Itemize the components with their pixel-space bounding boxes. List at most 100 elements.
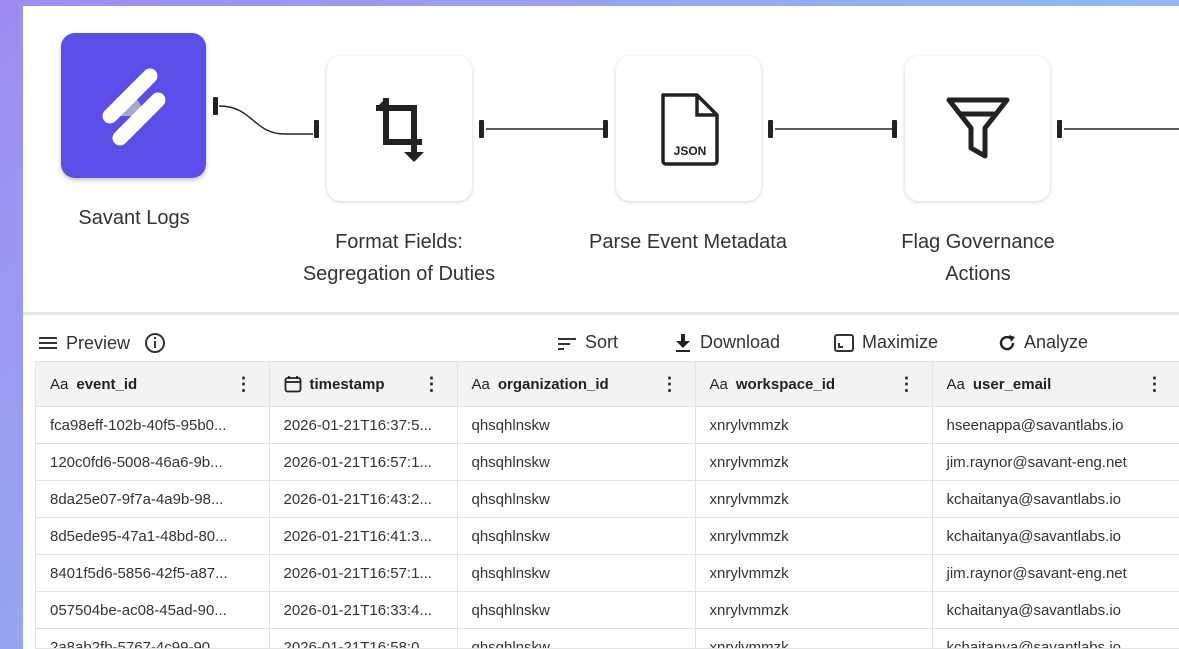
table-row[interactable]: 8d5ede95-47a1-48bd-80... 2026-01-21T16:41…: [36, 517, 1179, 555]
table-cell[interactable]: 2026-01-21T16:37:5...: [269, 406, 458, 444]
table-row[interactable]: 8401f5d6-5856-42f5-a87... 2026-01-21T16:5…: [36, 554, 1179, 592]
sort-label: Sort: [585, 332, 619, 352]
savant-logo-icon: [102, 68, 165, 145]
table-cell[interactable]: 2026-01-21T16:58:0...: [269, 628, 458, 648]
table-cell[interactable]: jim.raynor@savant-eng.net: [932, 443, 1179, 481]
node-label-line: Format Fields:: [335, 231, 463, 253]
node-label-line: Flag Governance: [901, 231, 1055, 253]
node-label: Flag Governance Actions: [868, 226, 1088, 290]
column-header-organization-id[interactable]: Aa organization_id ⋮: [457, 362, 696, 407]
table-header-row: Aa event_id ⋮ timestamp ⋮ Aa organizatio…: [36, 362, 1179, 407]
column-menu-icon[interactable]: ⋮: [898, 374, 916, 395]
table-cell[interactable]: qhsqhlnskw: [457, 517, 696, 555]
table-cell[interactable]: fca98eff-102b-40f5-95b0...: [36, 406, 270, 444]
table-cell[interactable]: kchaitanya@savantlabs.io: [932, 517, 1179, 555]
table-cell[interactable]: 8401f5d6-5856-42f5-a87...: [36, 554, 270, 592]
table-cell[interactable]: 057504be-ac08-45ad-90...: [36, 591, 270, 629]
table-cell[interactable]: 2026-01-21T16:33:4...: [269, 591, 458, 629]
table-cell[interactable]: 2026-01-21T16:43:2...: [269, 480, 458, 518]
sort-button[interactable]: Sort: [557, 332, 618, 353]
table-row[interactable]: 2a8ab2fb-5767-4c99-90... 2026-01-21T16:58…: [36, 628, 1179, 648]
node-input-port[interactable]: [892, 120, 897, 138]
table-cell[interactable]: qhsqhlnskw: [457, 554, 696, 592]
table-cell[interactable]: xnrylvmmzk: [695, 443, 933, 481]
crop-icon: [375, 97, 424, 162]
column-name: event_id: [76, 375, 138, 393]
table-row[interactable]: fca98eff-102b-40f5-95b0... 2026-01-21T16:…: [36, 406, 1179, 444]
analyze-label: Analyze: [1024, 332, 1089, 352]
table-cell[interactable]: hseenappa@savantlabs.io: [932, 406, 1179, 444]
node-output-port[interactable]: [768, 120, 773, 138]
column-name: timestamp: [309, 375, 385, 393]
table-cell[interactable]: 2026-01-21T16:41:3...: [269, 517, 458, 555]
node-parse-event-metadata[interactable]: JSON: [616, 56, 761, 201]
preview-tab[interactable]: Preview: [38, 332, 166, 354]
table-cell[interactable]: kchaitanya@savantlabs.io: [932, 628, 1179, 648]
column-menu-icon[interactable]: ⋮: [1146, 374, 1164, 395]
column-menu-icon[interactable]: ⋮: [423, 374, 441, 395]
table-cell[interactable]: qhsqhlnskw: [457, 406, 696, 444]
column-header-user-email[interactable]: Aa user_email ⋮: [932, 362, 1179, 407]
table-cell[interactable]: 2026-01-21T16:57:1...: [269, 443, 458, 481]
table-cell[interactable]: qhsqhlnskw: [457, 480, 696, 518]
calendar-icon: [284, 376, 301, 393]
node-output-port[interactable]: [213, 97, 218, 115]
table-cell[interactable]: xnrylvmmzk: [695, 480, 933, 518]
node-label: Parse Event Metadata: [589, 231, 787, 253]
table-cell[interactable]: kchaitanya@savantlabs.io: [932, 480, 1179, 518]
preview-table: Aa event_id ⋮ timestamp ⋮ Aa organizatio…: [35, 361, 1179, 649]
node-input-port[interactable]: [314, 120, 319, 138]
info-icon[interactable]: [144, 332, 166, 354]
column-menu-icon[interactable]: ⋮: [235, 374, 253, 395]
column-header-event-id[interactable]: Aa event_id ⋮: [36, 362, 270, 407]
table-cell[interactable]: qhsqhlnskw: [457, 443, 696, 481]
table-cell[interactable]: xnrylvmmzk: [695, 406, 933, 444]
text-type-icon: Aa: [471, 375, 490, 393]
node-format-fields[interactable]: [327, 56, 472, 201]
table-cell[interactable]: 8da25e07-9f7a-4a9b-98...: [36, 480, 270, 518]
text-type-icon: Aa: [50, 375, 69, 393]
node-output-port[interactable]: [1057, 120, 1062, 138]
analyze-button[interactable]: Analyze: [998, 332, 1088, 353]
table-cell[interactable]: xnrylvmmzk: [695, 591, 933, 629]
sort-icon: [558, 337, 576, 350]
table-cell[interactable]: 8d5ede95-47a1-48bd-80...: [36, 517, 270, 555]
node-output-port[interactable]: [479, 120, 484, 138]
panel-divider[interactable]: [23, 312, 1179, 315]
table-cell[interactable]: 120c0fd6-5008-46a6-9b...: [36, 443, 270, 481]
node-label: Format Fields: Segregation of Duties: [279, 226, 519, 290]
preview-label: Preview: [66, 332, 131, 353]
table-cell[interactable]: jim.raynor@savant-eng.net: [932, 554, 1179, 592]
json-file-icon: JSON: [660, 92, 719, 166]
column-menu-icon[interactable]: ⋮: [661, 374, 679, 395]
download-button[interactable]: Download: [674, 332, 780, 353]
table-row[interactable]: 120c0fd6-5008-46a6-9b... 2026-01-21T16:57…: [36, 443, 1179, 481]
pipeline-flow: Savant Logs Format Fields: Segregation o…: [23, 6, 1179, 312]
table-row[interactable]: 057504be-ac08-45ad-90... 2026-01-21T16:33…: [36, 591, 1179, 629]
table-cell[interactable]: xnrylvmmzk: [695, 628, 933, 648]
node-input-port[interactable]: [603, 120, 608, 138]
maximize-button[interactable]: Maximize: [834, 332, 938, 353]
download-icon: [676, 333, 690, 352]
column-header-workspace-id[interactable]: Aa workspace_id ⋮: [695, 362, 933, 407]
table-row[interactable]: 8da25e07-9f7a-4a9b-98... 2026-01-21T16:43…: [36, 480, 1179, 518]
table-cell[interactable]: kchaitanya@savantlabs.io: [932, 591, 1179, 629]
node-savant-logs[interactable]: [61, 33, 206, 178]
table-cell[interactable]: xnrylvmmzk: [695, 554, 933, 592]
column-header-timestamp[interactable]: timestamp ⋮: [269, 362, 458, 407]
download-label: Download: [700, 332, 781, 352]
column-name: user_email: [972, 375, 1052, 393]
menu-icon: [39, 337, 57, 349]
maximize-label: Maximize: [862, 332, 939, 352]
column-name: organization_id: [497, 375, 609, 393]
svg-text:JSON: JSON: [673, 144, 706, 158]
text-type-icon: Aa: [946, 375, 965, 393]
table-cell[interactable]: 2026-01-21T16:57:1...: [269, 554, 458, 592]
workflow-canvas: Savant Logs Format Fields: Segregation o…: [23, 6, 1179, 649]
node-flag-governance-actions[interactable]: [905, 56, 1050, 201]
column-name: workspace_id: [735, 375, 836, 393]
table-cell[interactable]: qhsqhlnskw: [457, 591, 696, 629]
table-cell[interactable]: qhsqhlnskw: [457, 628, 696, 648]
table-cell[interactable]: xnrylvmmzk: [695, 517, 933, 555]
table-cell[interactable]: 2a8ab2fb-5767-4c99-90...: [36, 628, 270, 648]
